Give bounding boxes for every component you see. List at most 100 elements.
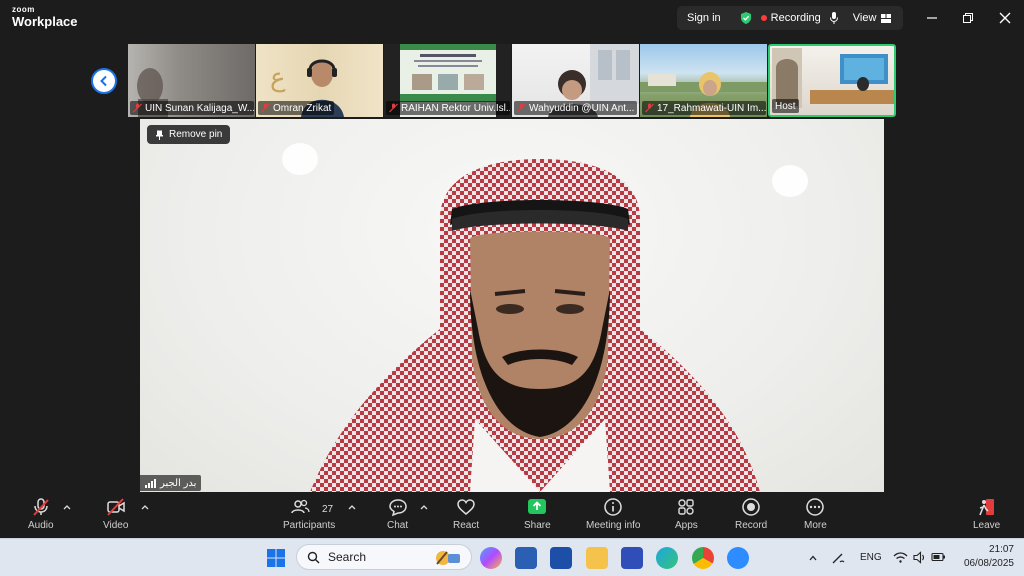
app-shortcut-icon[interactable] <box>621 547 643 569</box>
close-icon <box>999 12 1011 24</box>
close-button[interactable] <box>996 9 1014 27</box>
participants-icon <box>291 499 310 514</box>
speaker-name: بدر الجبر <box>160 477 197 489</box>
clock-time: 21:07 <box>988 544 1014 555</box>
participant-name: Host <box>775 100 796 112</box>
zoom-logo: zoom Workplace <box>12 5 78 29</box>
microphone-icon[interactable] <box>829 11 839 25</box>
copilot-icon[interactable] <box>480 547 502 569</box>
pen-input-icon[interactable] <box>830 550 846 566</box>
participant-name-tag: Omran Zrikat <box>258 101 335 115</box>
chrome-browser-icon[interactable] <box>692 547 714 569</box>
video-off-icon <box>106 498 125 516</box>
pinned-video[interactable]: Remove pin بدر الجبر <box>140 119 884 492</box>
participant-thumbnail[interactable]: Wahyuddin @UIN Ant... <box>512 44 639 117</box>
meeting-info-button[interactable]: Meeting info <box>586 497 640 531</box>
record-dot-icon <box>760 15 767 21</box>
leave-button[interactable]: Leave <box>973 497 1000 531</box>
apps-button[interactable]: Apps <box>675 497 698 531</box>
chevron-left-icon <box>100 75 107 87</box>
muted-mic-icon <box>261 103 270 113</box>
audio-button[interactable]: Audio <box>28 497 54 531</box>
zoom-app-icon[interactable] <box>727 547 749 569</box>
muted-mic-icon <box>645 103 654 113</box>
shield-check-icon[interactable] <box>739 11 753 25</box>
video-options-chevron-icon[interactable] <box>140 502 150 512</box>
more-dots-icon <box>806 498 825 516</box>
taskbar-search[interactable]: Search <box>296 544 472 570</box>
view-label: View <box>852 12 877 24</box>
host-thumbnail[interactable]: Host <box>768 44 896 117</box>
speaker-volume-icon[interactable] <box>912 550 927 565</box>
edge-browser-icon[interactable] <box>656 547 678 569</box>
participant-name-tag: Wahyuddin @UIN Ant... <box>514 101 638 115</box>
pin-icon <box>156 130 163 140</box>
chat-button[interactable]: Chat <box>387 497 408 531</box>
remove-pin-button[interactable]: Remove pin <box>147 125 231 144</box>
recording-label: Recording <box>770 12 821 24</box>
windows-taskbar: Search ENG 21:07 06/08/2025 <box>0 538 1024 576</box>
grid-icon <box>881 13 892 23</box>
participant-name-tag: RAIHAN Rektor Univ.Isl... <box>386 101 510 115</box>
microsoft-store-icon[interactable] <box>515 547 537 569</box>
react-label: React <box>453 520 480 531</box>
recording-indicator[interactable]: Recording <box>760 12 821 24</box>
share-button[interactable]: Share <box>524 497 551 531</box>
word-app-icon[interactable] <box>550 547 572 569</box>
restore-button[interactable] <box>959 9 977 27</box>
sign-in-button[interactable]: Sign in <box>677 12 731 24</box>
wifi-icon[interactable] <box>893 550 908 565</box>
search-placeholder: Search <box>328 550 367 564</box>
participant-name-tag: UIN Sunan Kalijaga_W... <box>130 101 254 115</box>
calligraphy-decoration: ﻉ <box>270 63 286 93</box>
meeting-info-label: Meeting info <box>586 520 641 531</box>
view-button[interactable]: View <box>847 12 892 24</box>
participant-name-tag: Host <box>772 99 799 113</box>
more-button[interactable]: More <box>804 497 827 531</box>
participant-thumbnail[interactable]: UIN Sunan Kalijaga_W... <box>128 44 255 117</box>
zoom-window: zoom Workplace Sign in Recording View UI… <box>0 0 1024 576</box>
logo-line1: zoom <box>12 5 35 14</box>
audio-options-chevron-icon[interactable] <box>62 502 72 512</box>
file-explorer-icon[interactable] <box>586 547 608 569</box>
participants-label: Participants <box>283 520 336 531</box>
system-clock[interactable]: 21:07 06/08/2025 <box>950 543 1014 571</box>
share-label: Share <box>524 520 551 531</box>
heart-icon <box>457 499 475 515</box>
audio-label: Audio <box>28 520 54 531</box>
record-button[interactable]: Record <box>735 497 767 531</box>
previous-page-button[interactable] <box>91 68 117 94</box>
apps-label: Apps <box>675 520 698 531</box>
clock-date: 06/08/2025 <box>963 558 1014 569</box>
battery-icon[interactable] <box>931 551 946 563</box>
chat-options-chevron-icon[interactable] <box>419 502 429 512</box>
participant-thumbnail[interactable]: RAIHAN Rektor Univ.Isl... <box>384 44 511 117</box>
participant-thumbnail[interactable]: ﻉ Omran Zrikat <box>256 44 383 117</box>
windows-start-icon[interactable] <box>266 548 286 568</box>
leave-label: Leave <box>973 520 1001 531</box>
participant-name: RAIHAN Rektor Univ.Isl... <box>401 102 510 114</box>
minimize-button[interactable] <box>923 9 941 27</box>
info-icon <box>604 498 622 516</box>
language-indicator[interactable]: ENG <box>860 552 882 563</box>
title-bar: zoom Workplace Sign in Recording View <box>0 0 1024 36</box>
participants-count: 27 <box>322 504 334 515</box>
react-button[interactable]: React <box>453 497 479 531</box>
participant-name: Wahyuddin @UIN Ant... <box>529 102 635 114</box>
apps-icon <box>678 499 695 515</box>
video-button[interactable]: Video <box>103 497 128 531</box>
share-screen-icon <box>528 499 547 514</box>
speaker-name-tag: بدر الجبر <box>140 475 202 491</box>
logo-line2: Workplace <box>12 14 78 29</box>
remove-pin-label: Remove pin <box>169 129 223 140</box>
signal-bars-icon <box>145 478 156 488</box>
show-hidden-icons-chevron-icon[interactable] <box>808 553 818 563</box>
meeting-toolbar: Audio Video Participants Chat React Shar… <box>0 492 1024 538</box>
top-controls: Sign in Recording View <box>677 6 903 30</box>
participants-options-chevron-icon[interactable] <box>347 502 357 512</box>
participant-thumbnail[interactable]: 17_Rahmawati-UIN Im... <box>640 44 767 117</box>
muted-mic-icon <box>517 103 526 113</box>
search-highlight-icon <box>436 551 460 565</box>
participant-name: 17_Rahmawati-UIN Im... <box>657 102 766 114</box>
muted-mic-icon <box>389 103 398 113</box>
